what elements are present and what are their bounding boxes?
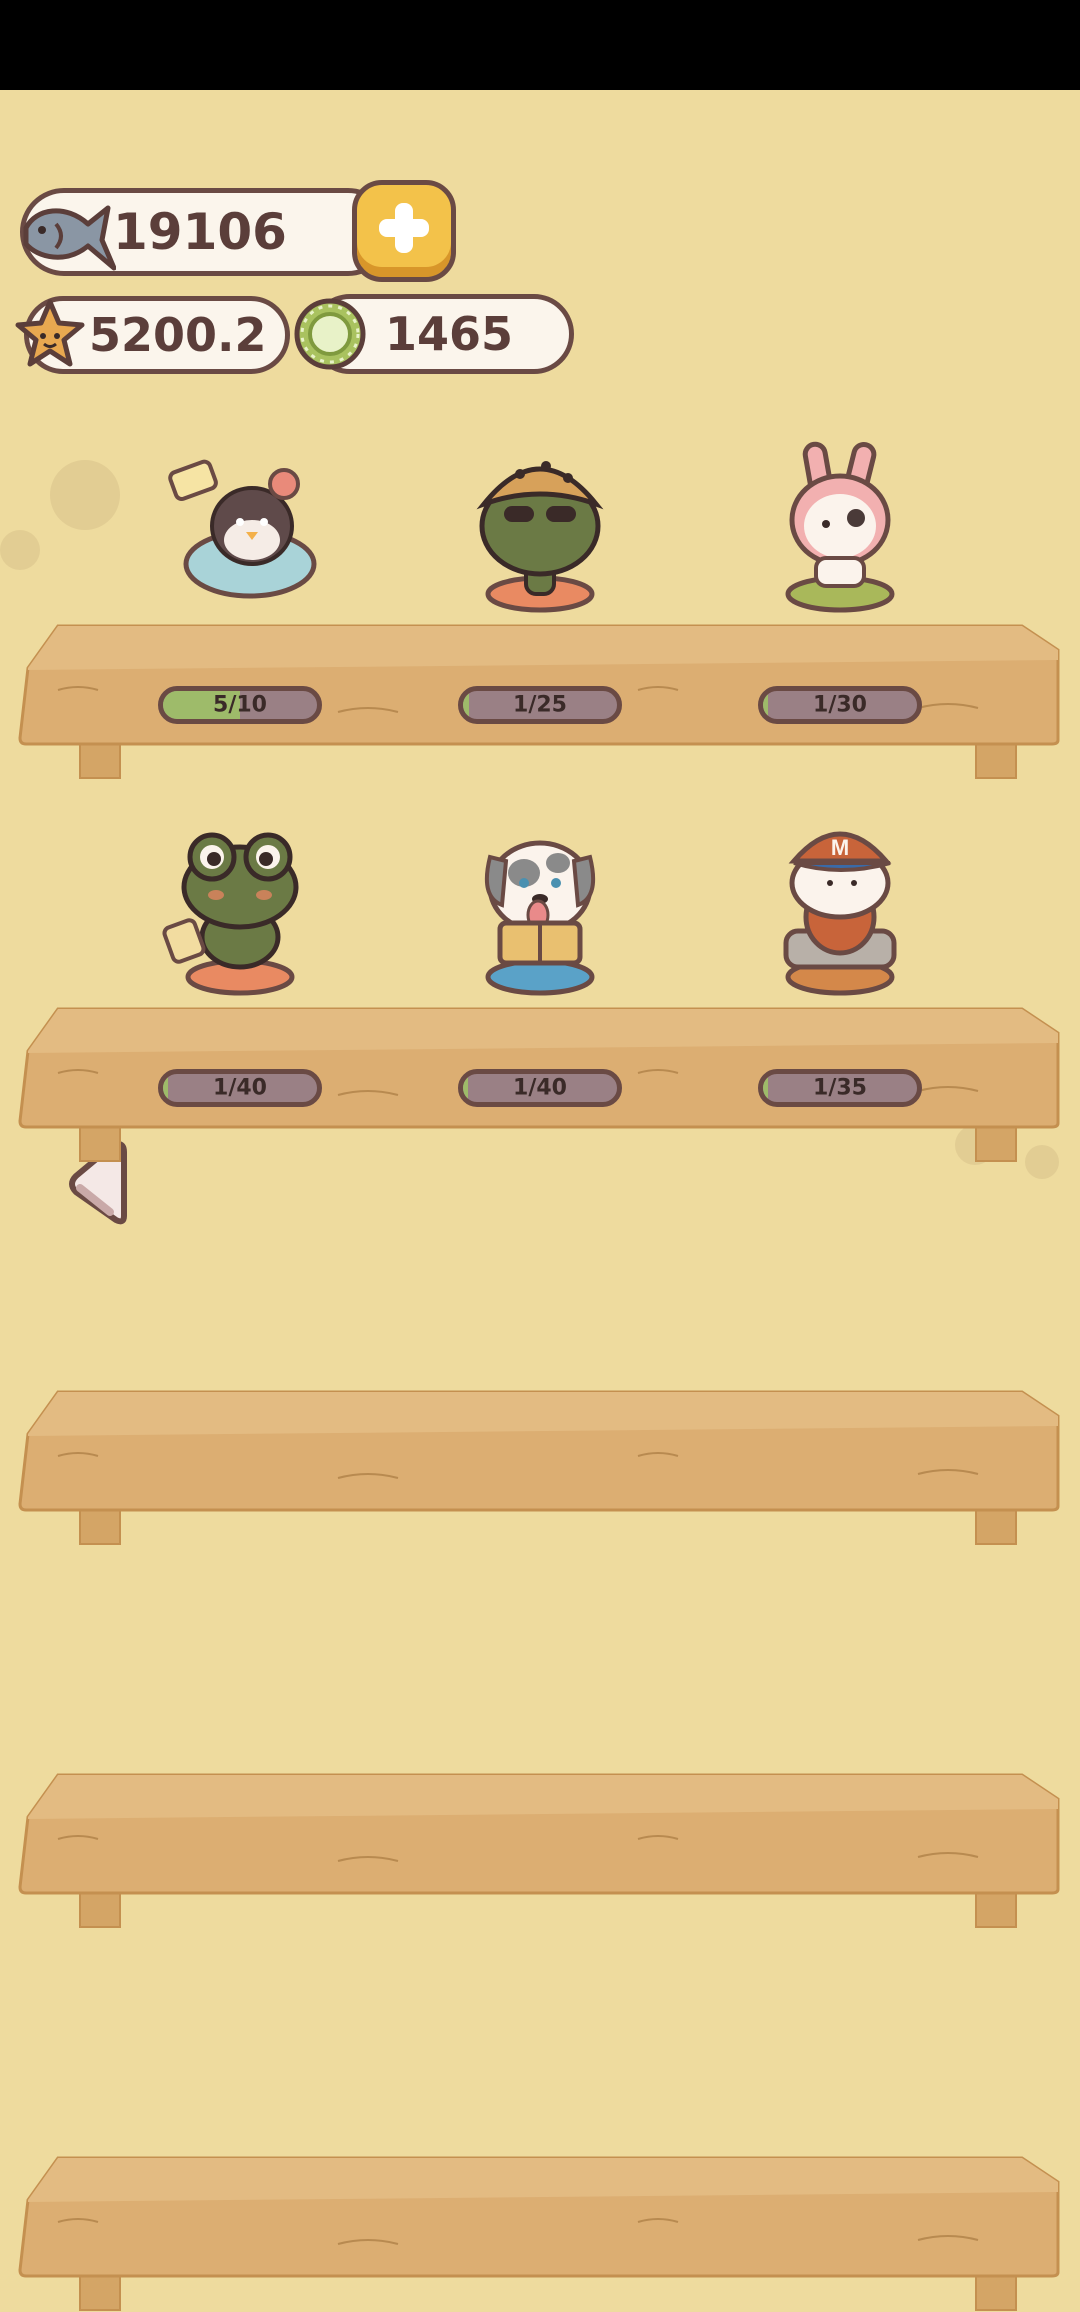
shelf (18, 2152, 1062, 2312)
frog-figure[interactable] (162, 827, 300, 1001)
leopard-hat-frog-figure[interactable] (476, 444, 604, 618)
progress-label: 1/25 (513, 692, 567, 718)
fish-count: 19106 (113, 203, 287, 261)
fish-icon (16, 188, 117, 280)
penguin-figure[interactable] (168, 444, 317, 618)
add-fish-button[interactable] (352, 180, 456, 282)
collection-progress-bar: 1/30 (758, 686, 922, 724)
dog-reading-figure[interactable] (480, 827, 600, 1001)
background-spot (50, 460, 120, 530)
progress-label: 1/35 (813, 1075, 867, 1101)
collection-progress-bar: 1/40 (458, 1069, 622, 1107)
star-icon (12, 296, 88, 372)
status-bar (0, 0, 1080, 90)
green-coin-icon (292, 296, 368, 372)
shelf (18, 1386, 1062, 1546)
background-spot (0, 530, 40, 570)
progress-label: 1/30 (813, 692, 867, 718)
progress-label: 5/10 (213, 692, 267, 718)
bunny-hood-figure[interactable] (780, 441, 900, 618)
coin-count: 1465 (385, 307, 514, 361)
plus-icon (379, 203, 429, 253)
collection-progress-bar: 1/25 (458, 686, 622, 724)
shelf (18, 1769, 1062, 1929)
progress-label: 1/40 (213, 1075, 267, 1101)
star-count: 5200.2 (89, 308, 267, 362)
collection-progress-bar: 1/35 (758, 1069, 922, 1107)
collection-progress-bar: 1/40 (158, 1069, 322, 1107)
svg-text:M: M (831, 835, 849, 860)
corgi-cap-figure[interactable]: M (780, 827, 900, 1001)
progress-label: 1/40 (513, 1075, 567, 1101)
collection-progress-bar: 5/10 (158, 686, 322, 724)
